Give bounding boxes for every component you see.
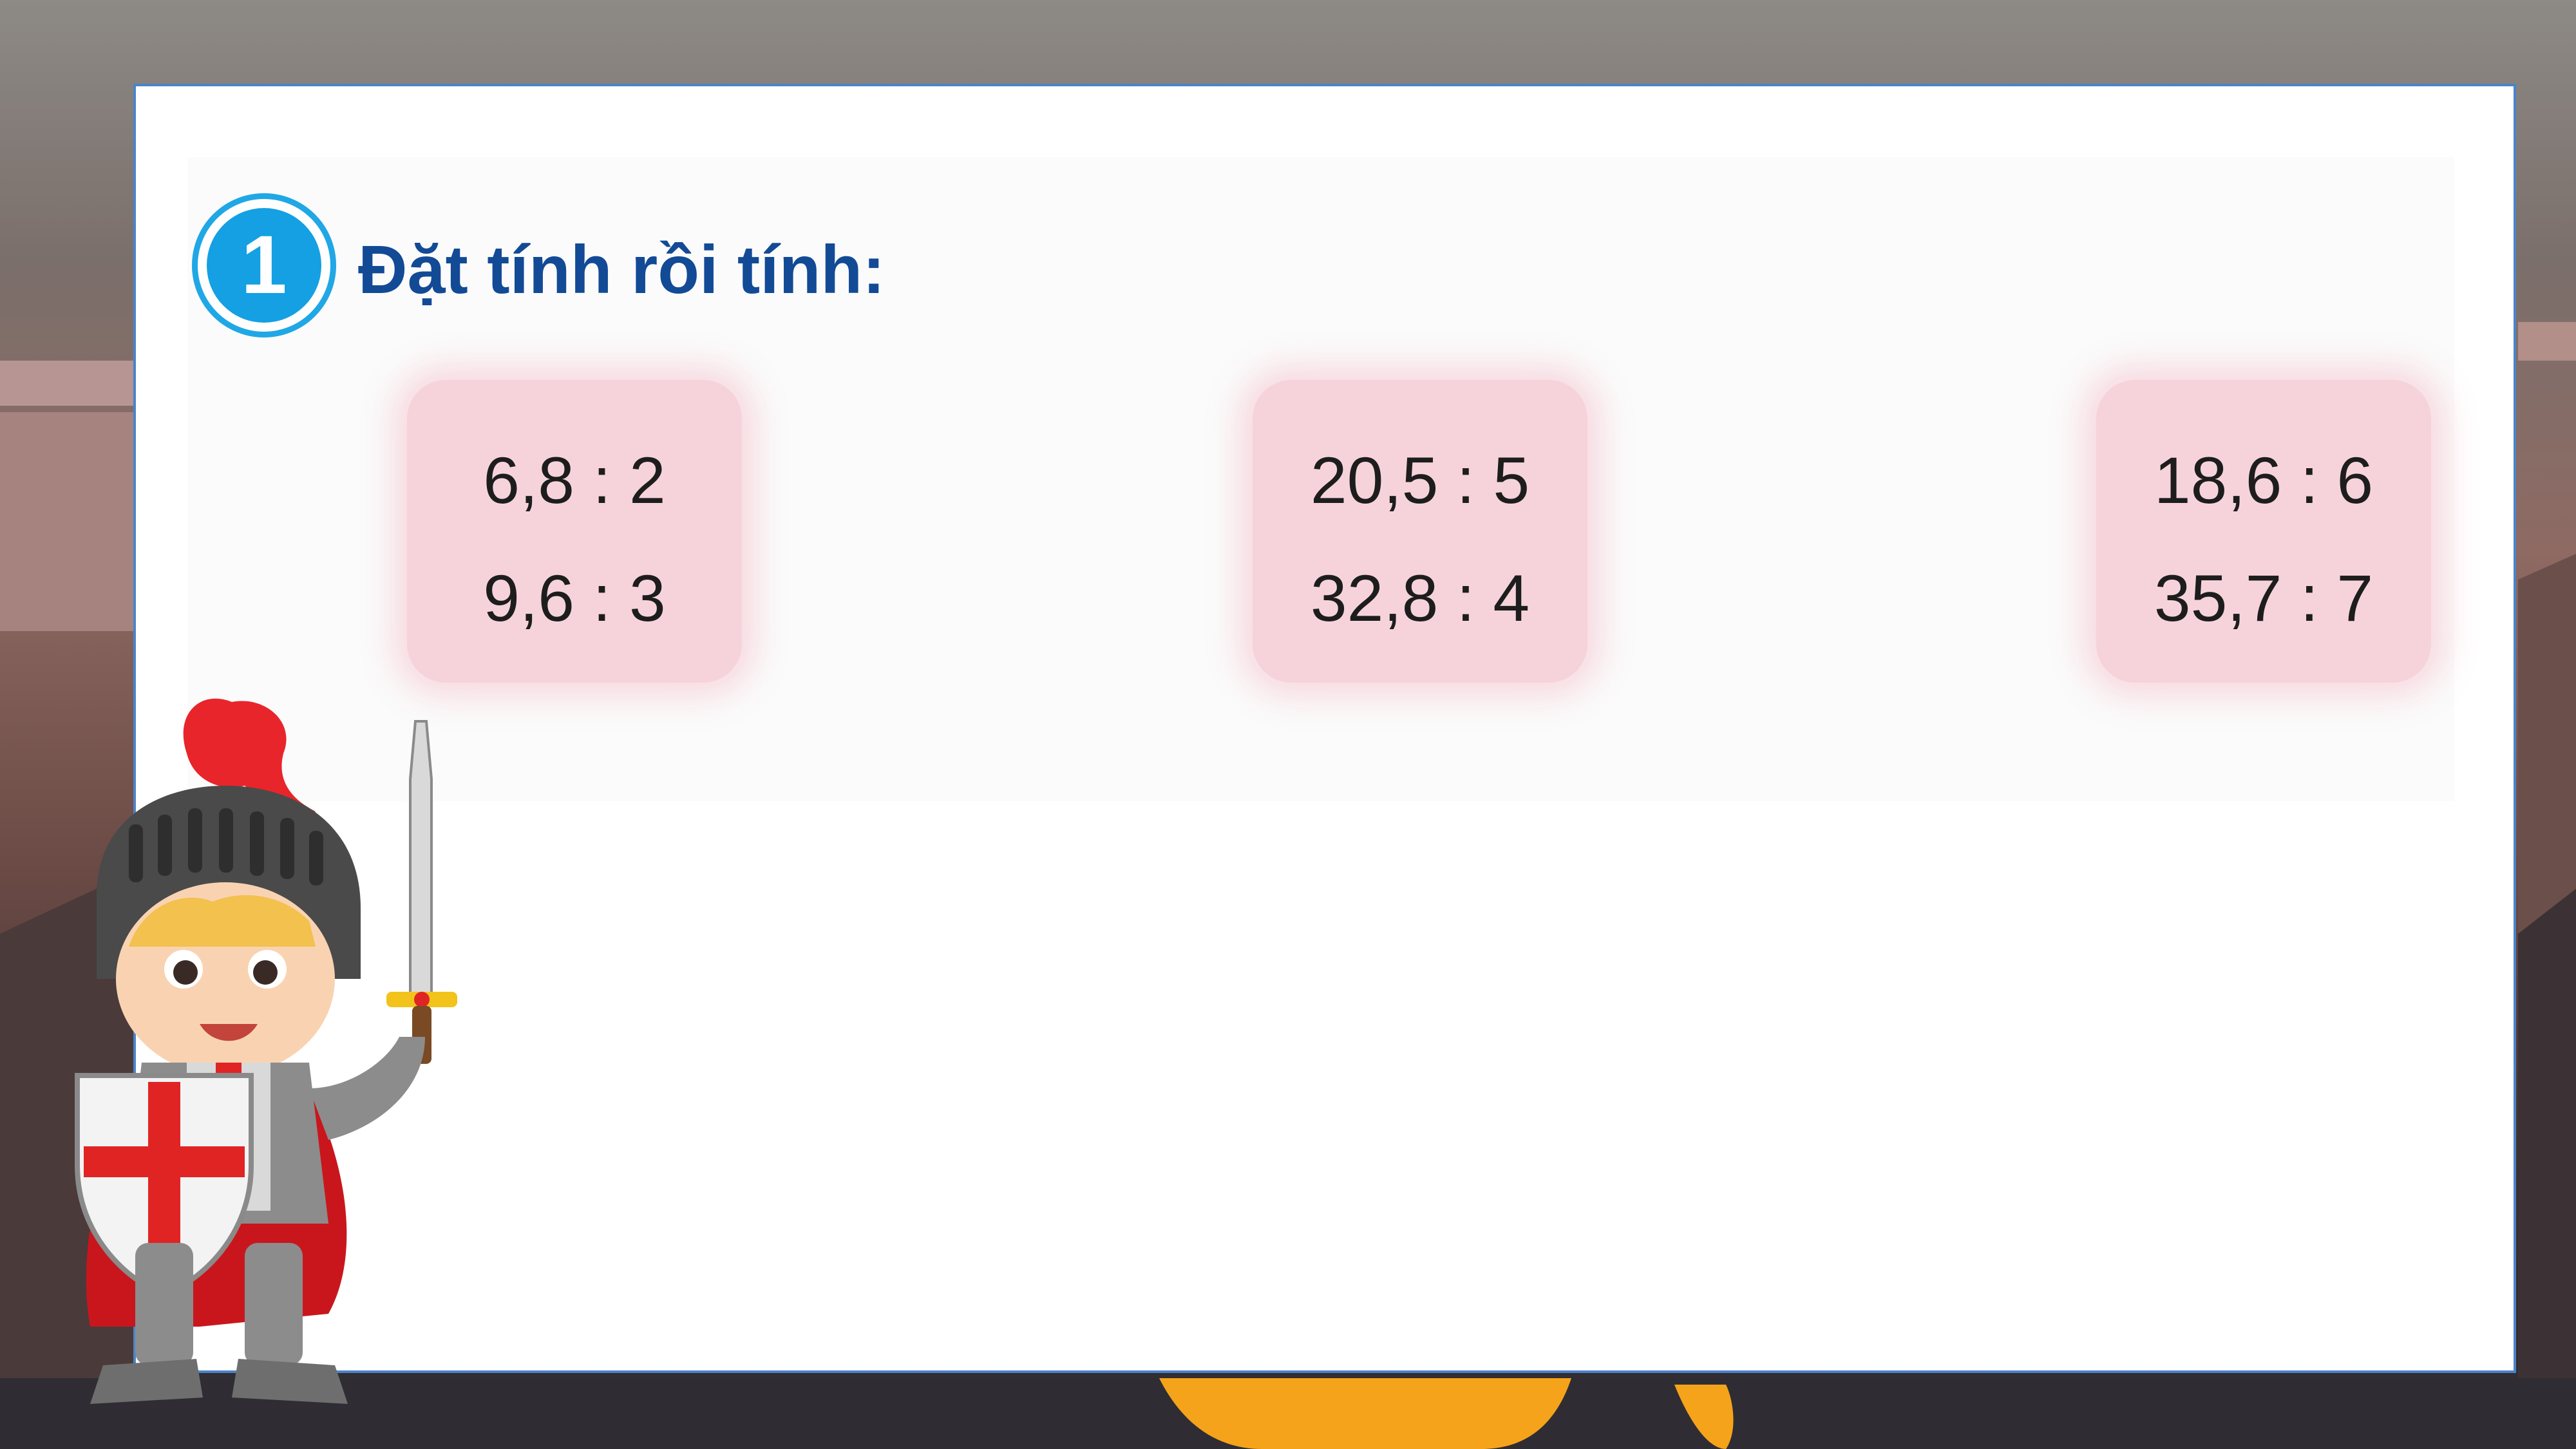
problem-1-line-2: 9,6 : 3: [483, 562, 666, 635]
exercise-title: Đặt tính rồi tính:: [358, 232, 886, 308]
exercise-number: 1: [207, 208, 321, 323]
problem-card-3: 18,6 : 6 35,7 : 7: [2096, 380, 2431, 683]
exercise-number-badge: 1: [192, 193, 336, 337]
problem-card-2: 20,5 : 5 32,8 : 4: [1253, 380, 1587, 683]
problem-card-1: 6,8 : 2 9,6 : 3: [407, 380, 742, 683]
problem-2-line-2: 32,8 : 4: [1310, 562, 1530, 635]
problem-3-line-2: 35,7 : 7: [2154, 562, 2374, 635]
problem-2-line-1: 20,5 : 5: [1310, 444, 1530, 517]
problem-3-line-1: 18,6 : 6: [2154, 444, 2374, 517]
knight-illustration: [75, 698, 457, 1404]
problem-1-line-1: 6,8 : 2: [483, 444, 666, 517]
